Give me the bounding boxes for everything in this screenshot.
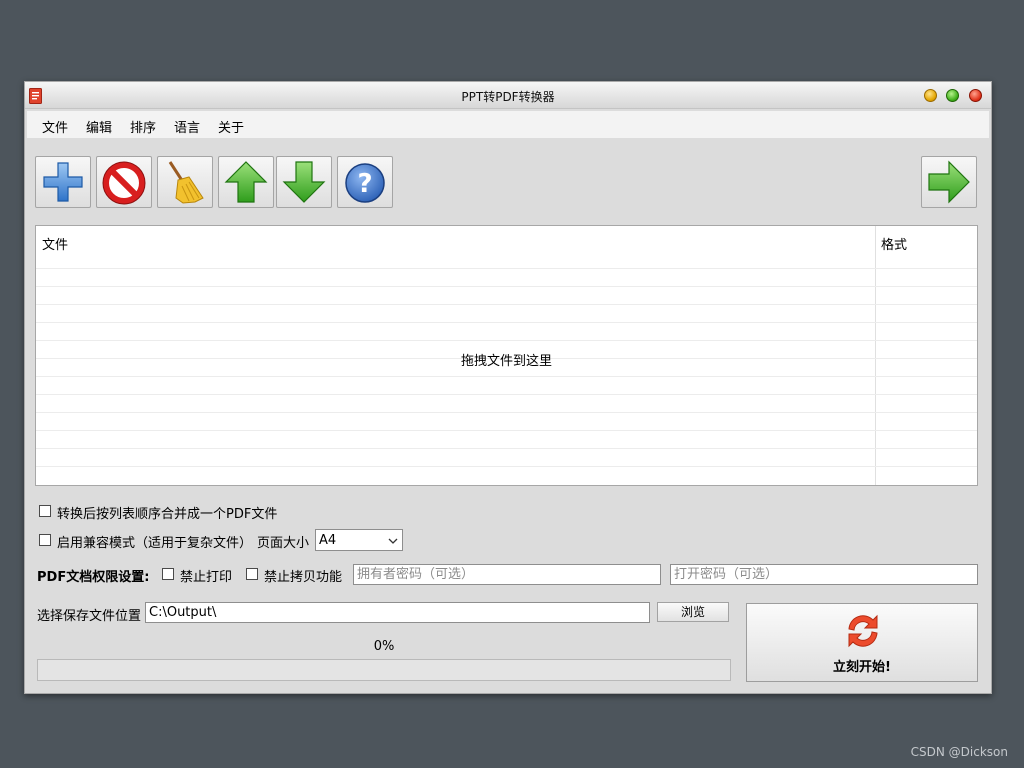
menu-sort[interactable]: 排序 bbox=[130, 117, 156, 136]
output-path-input[interactable] bbox=[146, 603, 649, 622]
window-title: PPT转PDF转换器 bbox=[461, 90, 555, 104]
page-size-select[interactable]: A4 bbox=[315, 529, 403, 551]
add-files-button[interactable] bbox=[35, 156, 91, 208]
compat-mode-label[interactable]: 启用兼容模式（适用于复杂文件） bbox=[57, 532, 252, 551]
start-button[interactable]: 立刻开始! bbox=[746, 603, 978, 682]
row-divider bbox=[36, 340, 977, 341]
row-divider bbox=[36, 466, 977, 467]
chevron-down-icon bbox=[388, 538, 398, 544]
no-copy-label[interactable]: 禁止拷贝功能 bbox=[264, 566, 342, 585]
output-path-field[interactable] bbox=[145, 602, 650, 623]
refresh-icon bbox=[848, 614, 878, 648]
help-button[interactable]: ? bbox=[337, 156, 393, 208]
add-icon bbox=[43, 162, 83, 202]
owner-password-input[interactable] bbox=[354, 565, 660, 584]
compat-mode-checkbox[interactable] bbox=[39, 534, 51, 546]
arrow-right-icon bbox=[928, 160, 970, 204]
page-size-label: 页面大小 bbox=[257, 536, 310, 551]
move-down-button[interactable] bbox=[276, 156, 332, 208]
row-divider bbox=[36, 268, 977, 269]
start-button-label: 立刻开始! bbox=[833, 660, 891, 675]
maximize-button[interactable] bbox=[946, 89, 959, 102]
column-header-format[interactable]: 格式 bbox=[881, 234, 907, 253]
minimize-button[interactable] bbox=[924, 89, 937, 102]
no-copy-checkbox[interactable] bbox=[246, 568, 258, 580]
menu-about[interactable]: 关于 bbox=[218, 117, 244, 136]
remove-icon bbox=[102, 161, 146, 205]
file-list[interactable]: 文件 格式 拖拽文件到这里 bbox=[35, 225, 978, 486]
row-divider bbox=[36, 394, 977, 395]
owner-password-field[interactable] bbox=[353, 564, 661, 585]
svg-text:?: ? bbox=[357, 169, 372, 199]
row-divider bbox=[36, 304, 977, 305]
merge-label[interactable]: 转换后按列表顺序合并成一个PDF文件 bbox=[57, 503, 277, 522]
column-header-file[interactable]: 文件 bbox=[42, 234, 68, 253]
menu-language[interactable]: 语言 bbox=[174, 117, 200, 136]
move-up-icon bbox=[224, 161, 268, 203]
drop-hint-text: 拖拽文件到这里 bbox=[460, 354, 552, 369]
title-bar[interactable]: PPT转PDF转换器 bbox=[25, 82, 991, 109]
move-up-button[interactable] bbox=[218, 156, 274, 208]
close-button[interactable] bbox=[969, 89, 982, 102]
merge-checkbox[interactable] bbox=[39, 505, 51, 517]
open-password-field[interactable] bbox=[670, 564, 978, 585]
permissions-label: PDF文档权限设置: bbox=[37, 570, 150, 585]
output-location-label: 选择保存文件位置 bbox=[37, 609, 142, 624]
browse-button[interactable]: 浏览 bbox=[657, 602, 729, 622]
menu-file[interactable]: 文件 bbox=[42, 117, 68, 136]
watermark-text: CSDN @Dickson bbox=[910, 745, 1008, 759]
app-window: PPT转PDF转换器 文件 编辑 排序 语言 关于 ? 文件 格式 拖拽文件到这… bbox=[24, 81, 992, 694]
page-size-value: A4 bbox=[319, 533, 337, 548]
row-divider bbox=[36, 430, 977, 431]
move-down-icon bbox=[282, 161, 326, 203]
progress-percent: 0% bbox=[373, 639, 395, 654]
menu-edit[interactable]: 编辑 bbox=[86, 117, 112, 136]
next-step-button[interactable] bbox=[921, 156, 977, 208]
clear-list-button[interactable] bbox=[157, 156, 213, 208]
progress-bar bbox=[37, 659, 731, 681]
menu-bar: 文件 编辑 排序 语言 关于 bbox=[27, 111, 989, 138]
open-password-input[interactable] bbox=[671, 565, 977, 584]
remove-file-button[interactable] bbox=[96, 156, 152, 208]
row-divider bbox=[36, 376, 977, 377]
clear-broom-icon bbox=[168, 161, 204, 204]
row-divider bbox=[36, 412, 977, 413]
row-divider bbox=[36, 448, 977, 449]
help-icon: ? bbox=[345, 163, 385, 203]
no-print-label[interactable]: 禁止打印 bbox=[180, 566, 232, 585]
row-divider bbox=[36, 286, 977, 287]
no-print-checkbox[interactable] bbox=[162, 568, 174, 580]
row-divider bbox=[36, 322, 977, 323]
